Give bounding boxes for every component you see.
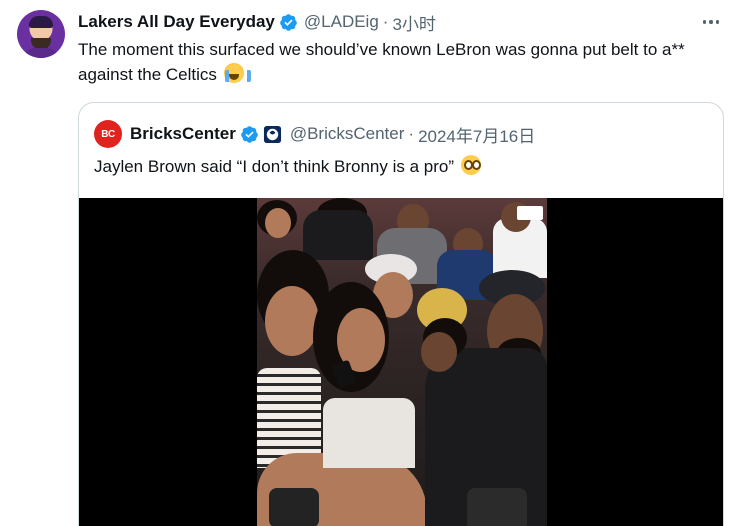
handbag xyxy=(269,488,319,526)
quoted-handle[interactable]: @BricksCenter xyxy=(290,124,405,144)
avatar[interactable] xyxy=(17,10,65,58)
flushed-face-icon xyxy=(460,155,481,175)
quoted-tweet[interactable]: BC BricksCenter @BricksCenter · 2024年7月1… xyxy=(78,102,724,526)
watermark-logo xyxy=(517,206,543,220)
tweet-header: Lakers All Day Everyday @LADEig · 3小时 xyxy=(78,10,436,35)
separator-dot: · xyxy=(382,12,389,31)
quoted-avatar[interactable]: BC xyxy=(94,120,122,148)
tweet-text: The moment this surfaced we should’ve kn… xyxy=(78,37,728,87)
quoted-tweet-header: BC BricksCenter @BricksCenter · 2024年7月1… xyxy=(94,120,535,148)
display-name[interactable]: Lakers All Day Everyday xyxy=(78,12,275,32)
timestamp[interactable]: 3小时 xyxy=(392,10,435,35)
quoted-display-name[interactable]: BricksCenter xyxy=(130,124,236,144)
separator-dot: · xyxy=(408,124,415,143)
verified-badge-icon xyxy=(280,13,297,31)
handle[interactable]: @LADEig xyxy=(304,12,379,32)
verified-badge-icon xyxy=(241,125,258,143)
quoted-tweet-text: Jaylen Brown said “I don’t think Bronny … xyxy=(94,155,481,179)
affiliate-badge-icon xyxy=(263,125,281,143)
tweet-text-content: The moment this surfaced we should’ve kn… xyxy=(78,40,685,84)
loudly-crying-face-icon xyxy=(223,63,251,83)
quoted-text-content: Jaylen Brown said “I don’t think Bronny … xyxy=(94,157,455,176)
video-frame[interactable] xyxy=(257,198,547,526)
more-options-button[interactable] xyxy=(700,12,722,32)
quoted-date[interactable]: 2024年7月16日 xyxy=(418,122,535,147)
video-media[interactable] xyxy=(79,198,723,526)
tweet[interactable]: Lakers All Day Everyday @LADEig · 3小时 Th… xyxy=(0,0,738,526)
more-horizontal-icon xyxy=(702,20,707,24)
